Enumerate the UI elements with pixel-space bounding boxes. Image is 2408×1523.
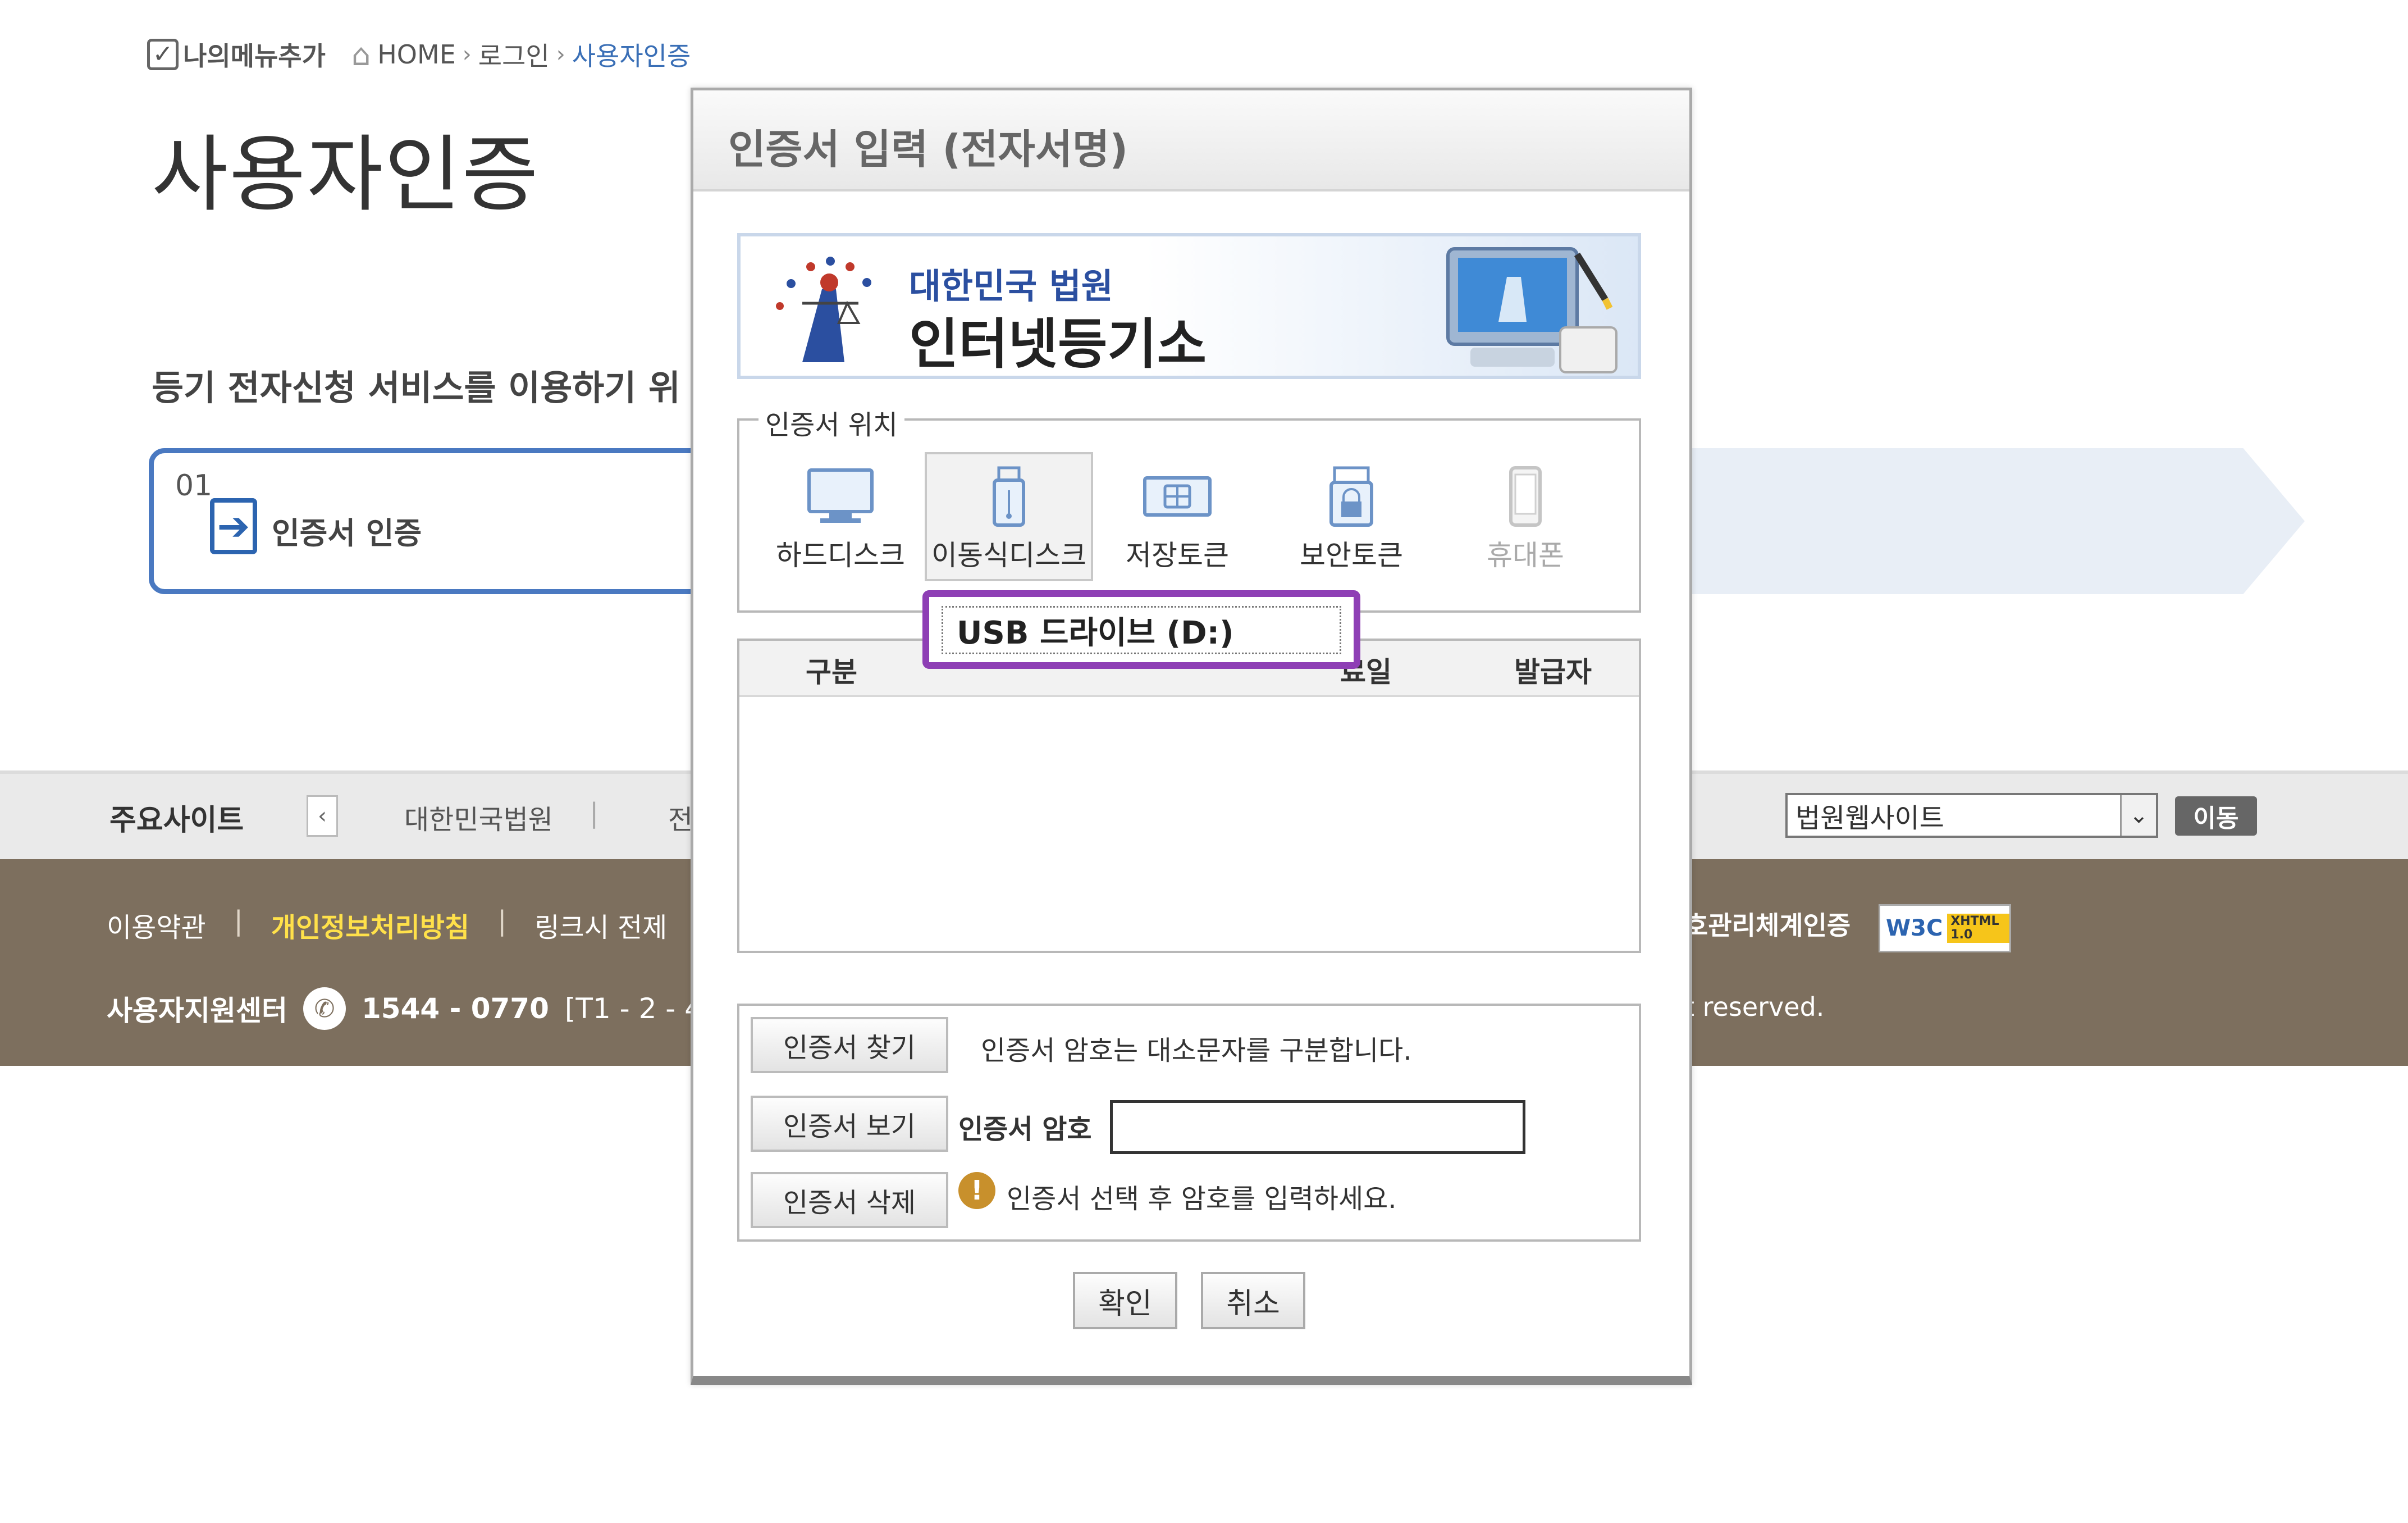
checkbox-icon: ✓ (147, 39, 179, 70)
phone-icon: ✆ (303, 987, 346, 1030)
home-icon: ⌂ (351, 37, 371, 72)
site-link-court[interactable]: 대한민국법원 (404, 797, 553, 837)
location-label: 이동식디스크 (931, 539, 1086, 572)
my-menu-label: 나의메뉴추가 (183, 41, 326, 71)
chevron-down-icon[interactable]: ⌄ (2120, 795, 2156, 836)
court-banner: 대한민국 법원 인터넷등기소 (737, 233, 1641, 379)
location-harddisk-button[interactable]: 하드디스크 (756, 454, 925, 583)
view-certificate-button[interactable]: 인증서 보기 (751, 1096, 948, 1152)
login-arrow-icon: ➔ (210, 498, 257, 554)
location-label: 저장토큰 (1126, 539, 1229, 572)
dialog-header: 인증서 입력 (전자서명) (693, 90, 1689, 191)
step-label: 인증서 인증 (272, 516, 422, 551)
related-sites-title: 주요사이트 (109, 804, 244, 837)
site-select-value: 법원웹사이트 (1795, 802, 1944, 834)
delete-certificate-button[interactable]: 인증서 삭제 (751, 1172, 948, 1228)
top-utility-bar: ✓ 나의메뉴추가 ⌂ HOME › 로그인 › 사용자인증 (147, 35, 691, 74)
location-label: 보안토큰 (1300, 539, 1403, 572)
breadcrumb-home[interactable]: HOME (377, 39, 456, 70)
court-emblem-icon (776, 257, 871, 362)
copyright-text: t reserved. (1684, 992, 1825, 1022)
footer-divider: | (234, 905, 243, 937)
terms-link[interactable]: 이용약관 (107, 905, 206, 945)
dialog-title: 인증서 입력 (전자서명) (728, 126, 1128, 173)
drive-option-usb[interactable]: USB 드라이브 (D:) (942, 606, 1341, 654)
privacy-link[interactable]: 개인정보처리방침 (271, 905, 469, 945)
location-label: 하드디스크 (776, 539, 905, 572)
step-number: 01 (175, 469, 213, 503)
w3c-xhtml-badge: W3C XHTML 1.0 (1879, 904, 2011, 952)
password-instruction-text: 인증서 선택 후 암호를 입력하세요. (1007, 1183, 1397, 1215)
breadcrumb: ⌂ HOME › 로그인 › 사용자인증 (351, 36, 691, 73)
banner-registry-name: 인터넷등기소 (909, 313, 1207, 376)
intro-text: 등기 전자신청 서비스를 이용하기 위 (152, 367, 680, 408)
computer-monitor-icon (1446, 247, 1617, 373)
page-title: 사용자인증 (152, 126, 540, 223)
case-sensitive-note: 인증서 암호는 대소문자를 구분합니다. (981, 1035, 1412, 1066)
breadcrumb-separator-icon: › (556, 42, 565, 67)
location-mobile-phone-button[interactable]: 휴대폰 (1441, 454, 1610, 583)
cert-location-group: 인증서 위치 하드디스크 이동식디스크 저장토큰 보안토큰 휴대폰 (737, 403, 1641, 613)
warning-icon: ! (958, 1172, 995, 1209)
breadcrumb-separator-icon: › (462, 42, 472, 67)
password-label: 인증서 암호 (958, 1114, 1092, 1145)
link-policy-link[interactable]: 링크시 전제 (534, 905, 667, 945)
breadcrumb-current: 사용자인증 (572, 41, 691, 71)
lock-icon (1329, 466, 1373, 527)
footer-links: 이용약관 | 개인정보처리방침 | 링크시 전제 (107, 905, 667, 945)
usb-icon (993, 466, 1025, 527)
location-storage-token-button[interactable]: 저장토큰 (1093, 454, 1262, 583)
support-center-label: 사용자지원센터 (107, 995, 287, 1027)
certificate-password-input[interactable] (1110, 1100, 1525, 1154)
isms-cert-text: 호관리체계인증 (1684, 910, 1851, 941)
support-phone-number: 1544 - 0770 (362, 992, 549, 1025)
support-center: 사용자지원센터 ✆ 1544 - 0770 [T1 - 2 - 4] ▭ (107, 987, 772, 1030)
cert-location-legend: 인증서 위치 (759, 403, 905, 442)
token-icon (1143, 476, 1212, 517)
find-certificate-button[interactable]: 인증서 찾기 (751, 1017, 948, 1073)
monitor-icon (807, 468, 874, 523)
site-link-partial[interactable]: 전 (668, 797, 693, 837)
site-select[interactable]: 법원웹사이트 ⌄ (1785, 793, 2158, 838)
column-header-type: 구분 (806, 656, 857, 688)
certificate-dialog: 인증서 입력 (전자서명) 대한민국 법원 인터넷등기소 인증서 위치 하드디스… (691, 88, 1692, 1385)
breadcrumb-login[interactable]: 로그인 (478, 36, 550, 73)
certificate-list-table[interactable]: 구분 료일 발급자 (737, 639, 1641, 953)
w3c-text: W3C (1886, 915, 1943, 941)
column-header-issuer: 발급자 (1514, 656, 1592, 688)
location-label: 휴대폰 (1487, 539, 1564, 572)
drive-dropdown[interactable]: USB 드라이브 (D:) (922, 590, 1360, 669)
certificate-actions-group: 인증서 찾기 인증서 암호는 대소문자를 구분합니다. 인증서 보기 인증서 암… (737, 1004, 1641, 1242)
cancel-button[interactable]: 취소 (1201, 1272, 1305, 1329)
go-button[interactable]: 이동 (2175, 796, 2257, 836)
xhtml-version-badge: XHTML 1.0 (1947, 913, 2009, 943)
location-security-token-button[interactable]: 보안토큰 (1267, 454, 1436, 583)
ok-button[interactable]: 확인 (1073, 1272, 1177, 1329)
phone-icon (1509, 466, 1542, 527)
site-divider: | (590, 797, 599, 829)
footer-divider: | (497, 905, 507, 937)
location-removable-disk-button[interactable]: 이동식디스크 (925, 452, 1093, 581)
sites-prev-button[interactable]: ‹ (307, 795, 338, 837)
my-menu-add-button[interactable]: ✓ 나의메뉴추가 (147, 36, 326, 73)
